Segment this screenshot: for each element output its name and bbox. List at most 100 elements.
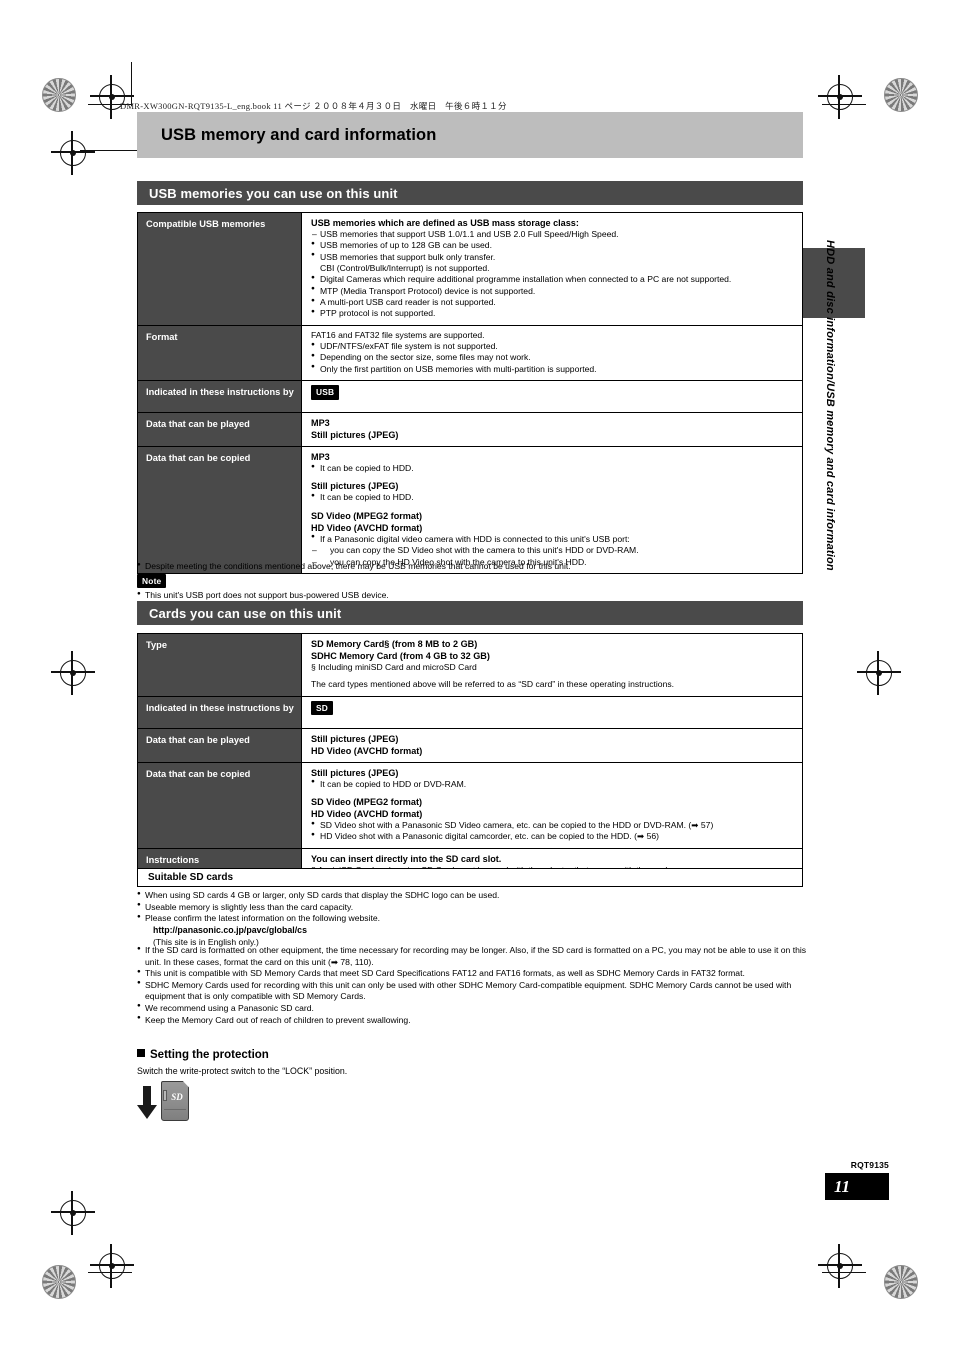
list-item: PTP protocol is not supported. [311,308,796,319]
bullet-list: It can be copied to HDD or DVD-RAM. [311,778,796,790]
footnote: § Including miniSD Card and microSD Card [311,662,477,672]
list-item: This unit's USB port does not support bu… [137,590,809,602]
row-value: USB [301,380,803,414]
bullet-list-2: Digital Cameras which require additional… [311,274,796,319]
value-line: SD Memory Card§ (from 8 MB to 2 GB) [311,639,478,649]
list-item: It can be copied to HDD. [311,492,796,503]
square-bullet-icon [137,1049,145,1057]
group-title: SD Video (MPEG2 format) [311,510,422,521]
page-title: USB memory and card information [161,125,437,144]
side-tab-label: HDD and disc information/USB memory and … [824,240,836,571]
list-item: If the SD card is formatted on other equ… [137,944,809,968]
group-title: Still pictures (JPEG) [311,481,399,492]
card-spec-table: Type SD Memory Card§ (from 8 MB to 2 GB)… [137,633,803,883]
list-item: HD Video shot with a Panasonic digital c… [311,831,796,842]
setting-protection-text: Switch the write-protect switch to the “… [137,1066,348,1076]
running-head: DMR-XW300GN-RQT9135-L_eng.book 11 ページ ２０… [120,101,507,111]
setting-protection-heading: Setting the protection [137,1049,269,1061]
table-row: Indicated in these instructions by SD [137,695,803,729]
paragraph: The card types mentioned above will be r… [311,679,675,690]
value-line: SDHC Memory Card (from 4 GB to 32 GB) [311,651,490,661]
crop-mark [822,1272,866,1274]
table-row: Data that can be played MP3 Still pictur… [137,412,803,448]
list-item: USB memories that support bulk only tran… [311,251,796,263]
suitable-sd-cards-box: Suitable SD cards [137,868,803,887]
list-item: It can be copied to HDD or DVD-RAM. [311,778,796,790]
row-label: Data that can be played [137,727,302,763]
group-title-2: HD Video (AVCHD format) [311,809,423,820]
registration-rosette-bottom-left [42,1265,76,1299]
list-item: Keep the Memory Card out of reach of chi… [137,1014,809,1027]
row-label: Indicated in these instructions by [137,380,302,414]
list-item: MTP (Media Transport Protocol) device is… [311,285,796,297]
bullet-list: If a Panasonic digital video camera with… [311,533,796,545]
list-item: USB memories of up to 128 GB can be used… [311,240,796,251]
bullet-subline: CBI (Control/Bulk/Interrupt) is not supp… [320,263,490,274]
registration-target-bottom-right [827,1253,853,1279]
registration-rosette-bottom-right [884,1265,918,1299]
list-item: Useable memory is slightly less than the… [137,901,809,914]
write-protect-switch [163,1090,167,1101]
list-item: Only the first partition on USB memories… [311,363,796,375]
registration-target-top-right [827,84,853,110]
bullet-list: It can be copied to HDD. [311,463,796,474]
crop-mark [80,150,140,152]
list-item: SDHC Memory Cards used for recording wit… [137,979,809,1003]
note-badge: Note [137,573,167,588]
crop-mark [822,104,866,106]
value-lead: FAT16 and FAT32 file systems are support… [311,329,485,340]
suitable-sd-cards-label: Suitable SD cards [148,872,234,883]
chapter-header-bar: USB memory and card information [137,112,803,158]
table-row: Data that can be copied Still pictures (… [137,761,803,849]
group-title-2: HD Video (AVCHD format) [311,522,423,533]
website-url[interactable]: http://panasonic.co.jp/pavc/global/cs [145,925,809,937]
value-lead: You can insert directly into the SD card… [311,853,502,864]
sd-badge: SD [311,700,334,716]
list-item: It can be copied to HDD. [311,463,796,474]
list-item: When using SD cards 4 GB or larger, only… [137,890,809,902]
section-header-usb-label: USB memories you can use on this unit [149,185,398,201]
card-divider [164,1109,186,1110]
registration-target-mid-right [866,660,892,686]
bullet-list: When using SD cards 4 GB or larger, only… [137,890,809,948]
section-header-cards-label: Cards you can use on this unit [149,605,342,621]
row-value: SD [301,695,803,729]
table-row: Data that can be copied MP3 It can be co… [137,446,803,574]
registration-target-bottom-left [99,1253,125,1279]
usb-after-notes: Despite meeting the conditions mentioned… [137,561,809,602]
dash-item: USB memories that support USB 1.0/1.1 an… [311,229,796,241]
row-label: Data that can be played [137,412,302,448]
value-line: MP3 [311,418,330,429]
setting-protection-heading-label: Setting the protection [150,1049,269,1061]
value-line: Still pictures (JPEG) [311,733,399,744]
sd-card-graphic: SD [161,1081,189,1121]
row-value: Still pictures (JPEG) HD Video (AVCHD fo… [301,727,803,763]
table-row: Compatible USB memories USB memories whi… [137,212,803,326]
section-header-cards: Cards you can use on this unit [137,601,803,625]
registration-target-mid-left-top [60,140,86,166]
list-item: Please confirm the latest information on… [137,913,809,948]
row-value: Still pictures (JPEG) It can be copied t… [301,761,803,849]
registration-target-mid-left-bottom [60,1200,86,1226]
registration-target-mid-left [60,660,86,686]
list-item: Depending on the sector size, some files… [311,352,796,363]
bullet-list: SD Video shot with a Panasonic SD Video … [311,820,796,843]
bullet-list: USB memories of up to 128 GB can be used… [311,240,796,263]
group-title: SD Video (MPEG2 format) [311,797,422,808]
suitable-notes-group-2: If the SD card is formatted on other equ… [137,944,809,1027]
suitable-notes-group-1: When using SD cards 4 GB or larger, only… [137,890,809,948]
bullet-list: Despite meeting the conditions mentioned… [137,561,809,573]
sd-logo-text: SD [171,1092,183,1102]
registration-rosette-top-right [884,78,918,112]
list-item: UDF/NTFS/exFAT file system is not suppor… [311,341,796,352]
list-item: Digital Cameras which require additional… [311,274,796,285]
list-item-text: Please confirm the latest information on… [145,913,381,924]
row-value: SD Memory Card§ (from 8 MB to 2 GB) SDHC… [301,633,803,697]
sd-card-lock-illustration: SD [137,1081,197,1127]
table-row: Format FAT16 and FAT32 file systems are … [137,324,803,382]
row-label: Data that can be copied [137,761,302,849]
row-label: Data that can be copied [137,446,302,574]
list-item: SD Video shot with a Panasonic SD Video … [311,820,796,831]
table-row: Type SD Memory Card§ (from 8 MB to 2 GB)… [137,633,803,697]
usb-badge: USB [311,385,340,400]
